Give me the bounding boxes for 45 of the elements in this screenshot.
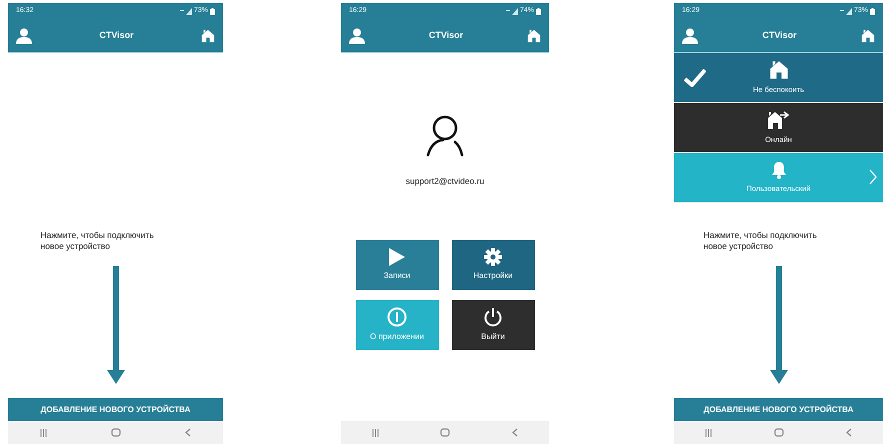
menu-tile[interactable]: Записи [356, 240, 438, 290]
app-title: CTVisor [762, 29, 797, 42]
menu-tile[interactable]: Настройки [452, 240, 534, 290]
battery-icon [870, 8, 875, 15]
home-icon[interactable] [527, 29, 541, 43]
battery-icon [536, 8, 541, 15]
recent-apps-icon[interactable] [372, 428, 379, 436]
house-icon [768, 60, 788, 80]
back-icon[interactable] [512, 428, 518, 437]
home-button-icon[interactable] [774, 428, 784, 437]
back-icon[interactable] [846, 428, 852, 437]
power-icon [483, 306, 503, 327]
connect-hint: Нажмите, чтобы подключить новое устройство [40, 230, 155, 252]
battery-icon [210, 8, 215, 15]
play-icon [389, 248, 405, 266]
down-arrow-icon [770, 266, 788, 384]
user-icon[interactable] [349, 28, 365, 44]
add-device-button[interactable]: ДОБАВЛЕНИЕ НОВОГО УСТРОЙСТВА [8, 398, 223, 421]
bell-icon [770, 160, 786, 179]
menu-tile[interactable]: Выйти [452, 300, 534, 350]
account-email: support2@ctvideo.ru [406, 175, 484, 188]
signal-icon [840, 8, 852, 15]
signal-icon [180, 8, 192, 15]
connect-hint: Нажмите, чтобы подключить новое устройство [704, 230, 818, 252]
down-arrow-icon [106, 266, 124, 384]
user-avatar-icon [426, 115, 464, 157]
app-title: CTVisor [428, 29, 464, 42]
user-icon[interactable] [682, 28, 698, 44]
recent-apps-icon[interactable] [40, 428, 47, 436]
user-icon[interactable] [16, 28, 32, 44]
info-icon [387, 306, 407, 327]
signal-icon [506, 8, 518, 15]
add-device-button[interactable]: ДОБАВЛЕНИЕ НОВОГО УСТРОЙСТВА [674, 398, 883, 421]
home-icon[interactable] [861, 29, 875, 43]
menu-tile[interactable]: О приложении [356, 300, 438, 350]
settings-icon [484, 248, 502, 266]
app-title: CTVisor [99, 29, 134, 42]
back-icon[interactable] [185, 428, 191, 437]
recent-apps-icon[interactable] [705, 428, 712, 436]
checkmark-icon [684, 69, 706, 87]
home-button-icon[interactable] [440, 428, 450, 437]
home-button-icon[interactable] [111, 428, 121, 437]
chevron-right-icon [869, 169, 877, 185]
home-icon[interactable] [201, 29, 215, 43]
house-arrow-icon [766, 110, 790, 130]
